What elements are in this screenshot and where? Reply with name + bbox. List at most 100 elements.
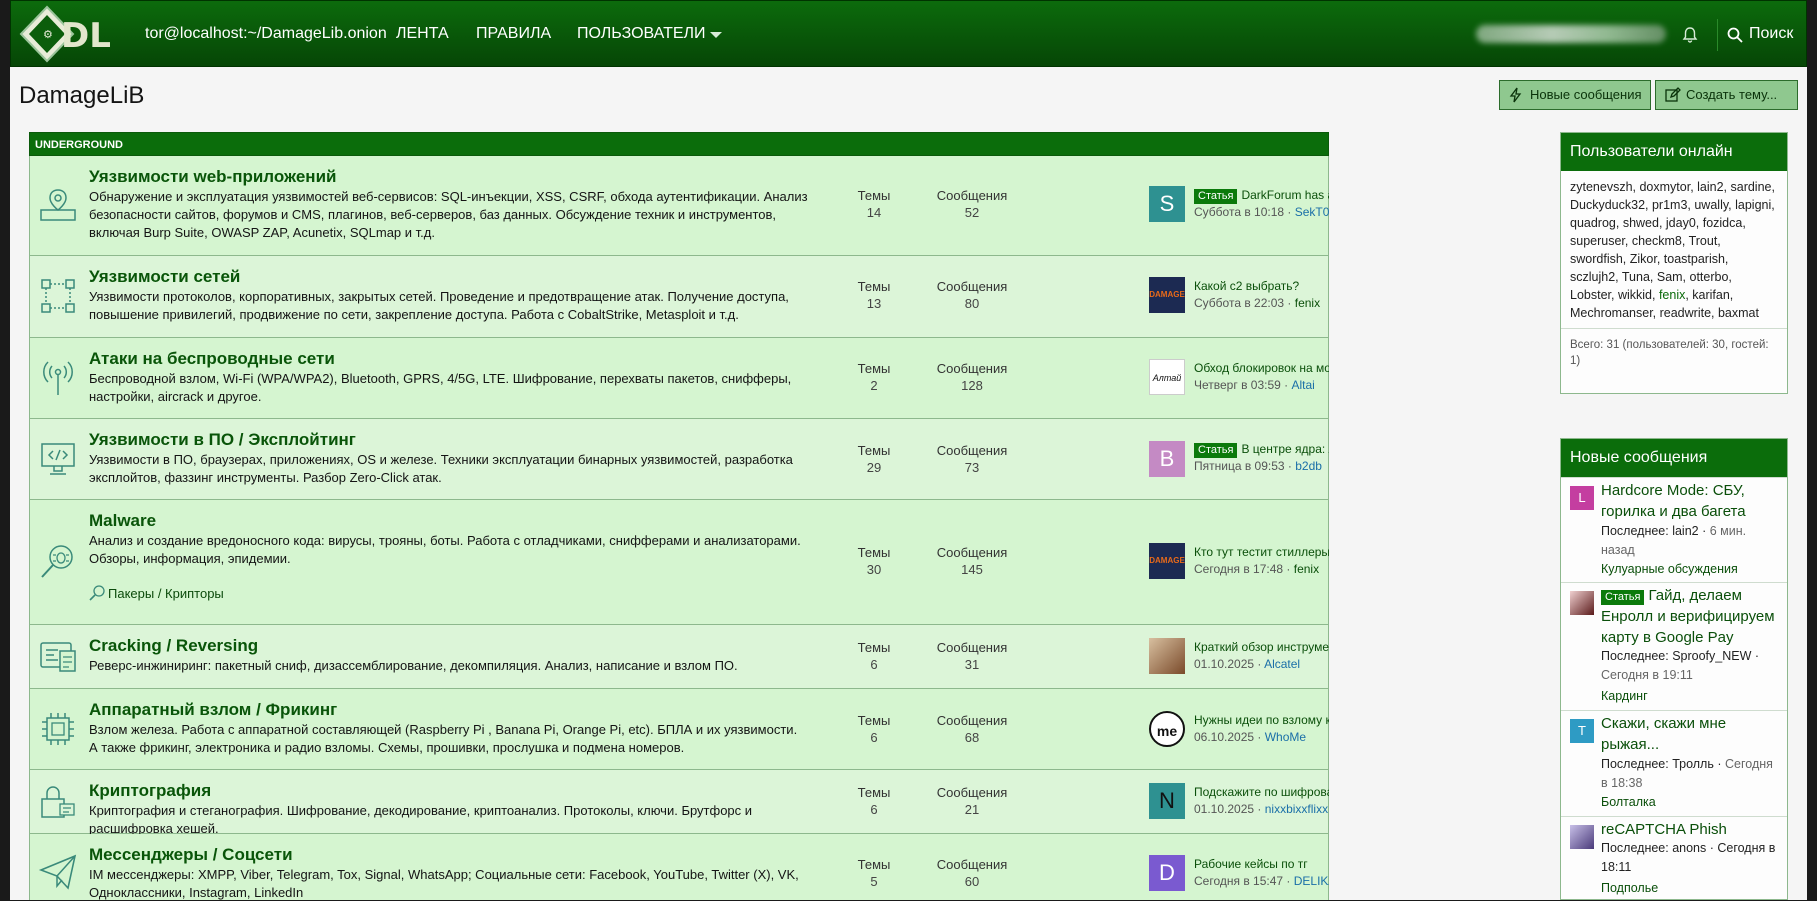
messages-count: 128	[961, 378, 983, 393]
new-post-title[interactable]: reCAPTCHA Phish	[1601, 819, 1781, 840]
subforum-label: Пакеры / Крипторы	[108, 586, 224, 601]
online-users[interactable]: zytenevszh, doxmytor, lain2, sardine, Du…	[1570, 180, 1775, 302]
forum-description: Беспроводной взлом, Wi-Fi (WPA/WPA2), Bl…	[89, 371, 792, 404]
forum-node[interactable]: Cracking / Reversing Реверс-инжиниринг: …	[29, 625, 1329, 689]
site-path-link[interactable]: tor@localhost:~/DamageLib.onion	[145, 25, 387, 43]
avatar[interactable]	[1570, 591, 1594, 615]
last-post-title[interactable]: Краткий обзор инструментов реверсера-люб…	[1194, 640, 1329, 654]
forum-node[interactable]: Атаки на беспроводные сети Беспроводной …	[29, 338, 1329, 419]
messages-stat: Сообщения 31	[932, 639, 1012, 673]
last-post-user[interactable]: WhoMe	[1265, 730, 1306, 744]
forum-title[interactable]: Атаки на беспроводные сети	[89, 349, 335, 369]
nav-feed[interactable]: ЛЕНТА	[396, 25, 449, 43]
new-posts-title[interactable]: Новые сообщения	[1561, 439, 1787, 477]
new-posts-button[interactable]: Новые сообщения	[1499, 80, 1651, 110]
threads-label: Темы	[857, 361, 891, 376]
new-post-forum[interactable]: Кулуарные обсуждения	[1601, 562, 1738, 576]
last-post-user[interactable]: nixxbixxflixx	[1265, 802, 1328, 816]
last-post-date: Пятница в 09:53	[1194, 459, 1285, 473]
last-post-title[interactable]: DarkForum has an XSS vulnerability !!!	[1241, 188, 1329, 202]
avatar[interactable]: DAMAGE	[1149, 543, 1185, 579]
forum-title[interactable]: Уязвимости сетей	[89, 267, 240, 287]
online-users-title[interactable]: Пользователи онлайн	[1561, 133, 1787, 171]
forum-title[interactable]: Уязвимости в ПО / Эксплойтинг	[89, 430, 356, 450]
forum-description: IM мессенджеры: XMPP, Viber, Telegram, T…	[89, 867, 799, 900]
user-account-menu[interactable]	[1476, 25, 1666, 43]
last-post-title[interactable]: Подскажите по шифрованию	[1194, 785, 1329, 799]
new-post-item[interactable]: reCAPTCHA Phish Последнее: anons · Сегод…	[1561, 816, 1787, 901]
chevron-down-icon[interactable]	[710, 32, 722, 38]
messages-count: 68	[964, 730, 980, 745]
avatar[interactable]: N	[1149, 783, 1185, 819]
search-button[interactable]: Поиск	[1727, 25, 1793, 43]
forum-node[interactable]: Malware Анализ и создание вредоносного к…	[29, 500, 1329, 625]
threads-count: 6	[870, 730, 878, 745]
new-post-item[interactable]: Статья Гайд, делаем Енролл и верифицируем…	[1561, 582, 1787, 710]
messages-label: Сообщения	[936, 545, 1008, 560]
last-post-title[interactable]: Какой с2 выбрать?	[1194, 279, 1299, 293]
new-post-title[interactable]: Скажи, скажи мне рыжая...	[1601, 713, 1781, 755]
chip-icon	[38, 709, 78, 749]
forum-node[interactable]: Уязвимости web-приложений Обнаружение и …	[29, 156, 1329, 256]
last-post-title[interactable]: Рабочие кейсы по тг	[1194, 857, 1308, 871]
new-post-forum[interactable]: Кардинг	[1601, 689, 1648, 703]
forum-node[interactable]: Уязвимости в ПО / Эксплойтинг Уязвимости…	[29, 419, 1329, 500]
subforum-link[interactable]: Пакеры / Крипторы	[89, 585, 224, 601]
top-navigation-bar: ⚙ DL tor@localhost:~/DamageLib.onion ЛЕН…	[10, 0, 1807, 67]
new-post-item[interactable]: T Скажи, скажи мне рыжая... Последнее: Т…	[1561, 710, 1787, 816]
last-post-user[interactable]: Altai	[1291, 378, 1314, 392]
create-thread-button[interactable]: Создать тему...	[1655, 80, 1798, 110]
forum-title[interactable]: Аппаратный взлом / Фрикинг	[89, 700, 337, 720]
nav-rules[interactable]: ПРАВИЛА	[476, 25, 551, 43]
forum-node[interactable]: Уязвимости сетей Уязвимости протоколов, …	[29, 256, 1329, 338]
forum-node[interactable]: Криптография Криптография и стеганографи…	[29, 770, 1329, 836]
messages-count: 80	[964, 296, 980, 311]
avatar[interactable]: L	[1570, 486, 1594, 510]
last-post-user[interactable]: fenix	[1294, 562, 1319, 576]
avatar[interactable]	[1570, 825, 1594, 849]
new-post-forum[interactable]: Болталка	[1601, 795, 1656, 809]
online-users-widget: Пользователи онлайн zytenevszh, doxmytor…	[1560, 132, 1788, 394]
new-post-title[interactable]: Hardcore Mode: СБУ, горилка и два багета	[1601, 480, 1781, 522]
forum-title[interactable]: Мессенджеры / Соцсети	[89, 845, 293, 865]
avatar[interactable]	[1149, 638, 1185, 674]
svg-text:⚙: ⚙	[43, 28, 53, 41]
avatar[interactable]: Алтай	[1149, 359, 1185, 395]
avatar[interactable]: S	[1149, 186, 1185, 222]
bell-icon[interactable]	[1681, 26, 1699, 44]
site-logo[interactable]: ⚙ DL	[19, 3, 124, 65]
avatar[interactable]: DAMAGE	[1149, 277, 1185, 313]
forum-description: Анализ и создание вредоносного кода: вир…	[89, 533, 801, 566]
category-header[interactable]: UNDERGROUND	[29, 132, 1329, 156]
last-post: СтатьяDarkForum has an XSS vulnerability…	[1194, 187, 1329, 221]
last-post-title[interactable]: В центре ядра: Анализируем набор эксплой…	[1241, 442, 1329, 456]
threads-stat: Темы 29	[834, 442, 914, 476]
new-post-item[interactable]: L Hardcore Mode: СБУ, горилка и два баге…	[1561, 477, 1787, 582]
forum-title[interactable]: Cracking / Reversing	[89, 636, 258, 656]
messages-label: Сообщения	[936, 279, 1008, 294]
last-post-user[interactable]: SekT0r	[1295, 205, 1329, 219]
last-post-user[interactable]: fenix	[1295, 296, 1320, 310]
last-post-title[interactable]: Обход блокировок на мобильном интернете.	[1194, 361, 1329, 375]
last-post-user[interactable]: b2db	[1295, 459, 1322, 473]
avatar[interactable]: T	[1570, 719, 1594, 743]
avatar[interactable]: B	[1149, 441, 1185, 477]
forum-title[interactable]: Уязвимости web-приложений	[89, 167, 336, 187]
nav-users[interactable]: ПОЛЬЗОВАТЕЛИ	[577, 25, 706, 43]
threads-count: 5	[870, 874, 878, 889]
forum-node[interactable]: Аппаратный взлом / Фрикинг Взлом железа.…	[29, 689, 1329, 770]
forum-title[interactable]: Malware	[89, 511, 156, 531]
forum-title[interactable]: Криптография	[89, 781, 211, 801]
online-user-highlight[interactable]: fenix	[1659, 288, 1685, 302]
messages-stat: Сообщения 128	[932, 360, 1012, 394]
new-post-title[interactable]: Статья Гайд, делаем Енролл и верифицируем…	[1601, 585, 1781, 648]
avatar[interactable]: me	[1149, 711, 1185, 747]
new-post-forum[interactable]: Подполье	[1601, 881, 1658, 895]
avatar[interactable]: D	[1149, 855, 1185, 891]
last-post-user[interactable]: DELIKAT	[1294, 874, 1329, 888]
last-post-title[interactable]: Нужны идеи по взлому карточек (uid)	[1194, 713, 1329, 727]
last-post: Какой с2 выбрать? Суббота в 22:03 · feni…	[1194, 279, 1321, 310]
last-post-user[interactable]: Alcatel	[1264, 657, 1300, 671]
forum-node[interactable]: Мессенджеры / Соцсети IM мессенджеры: XM…	[29, 834, 1329, 900]
last-post-title[interactable]: Кто тут тестит стиллеры на рабочем компе…	[1194, 545, 1329, 559]
